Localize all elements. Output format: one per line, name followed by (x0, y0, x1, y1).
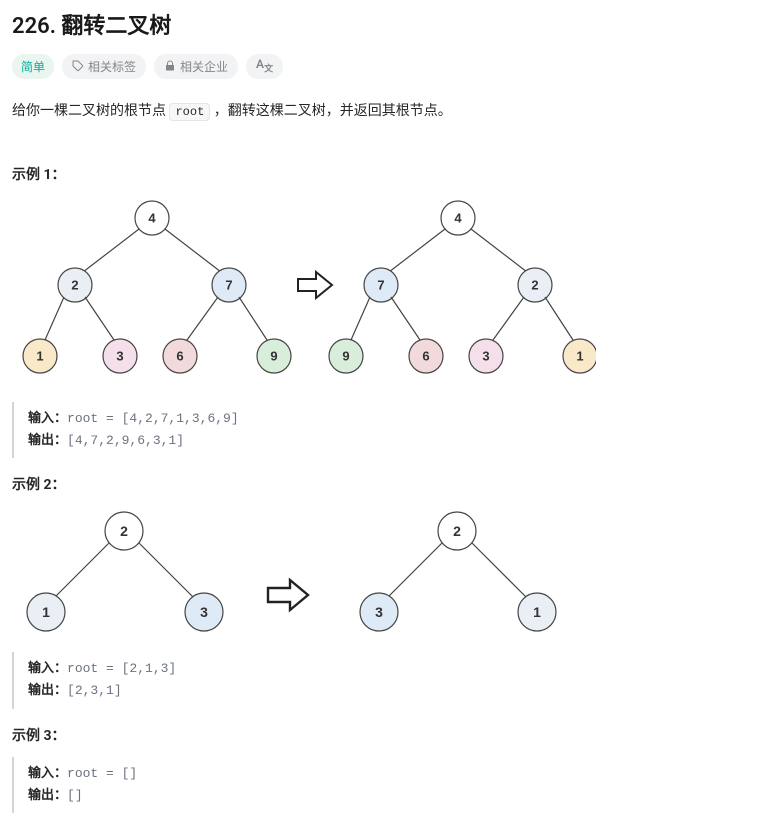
translate-icon: A文 (256, 58, 273, 74)
svg-text:4: 4 (148, 211, 156, 226)
problem-title: 226. 翻转二叉树 (12, 8, 753, 40)
svg-text:3: 3 (116, 349, 123, 364)
example-2-label: 示例 2： (12, 474, 753, 494)
related-tags-button[interactable]: 相关标签 (62, 54, 146, 79)
svg-text:4: 4 (454, 211, 462, 226)
example-3-label: 示例 3： (12, 725, 753, 745)
difficulty-tag[interactable]: 简单 (12, 54, 54, 79)
example-1-label: 示例 1： (12, 164, 753, 184)
svg-text:1: 1 (576, 349, 583, 364)
svg-text:2: 2 (453, 523, 461, 539)
svg-text:6: 6 (176, 349, 183, 364)
svg-text:1: 1 (42, 604, 50, 620)
svg-text:1: 1 (533, 604, 541, 620)
svg-text:2: 2 (531, 278, 538, 293)
example-2-diagram: 2 1 3 2 3 1 (12, 506, 753, 640)
svg-text:2: 2 (120, 523, 128, 539)
svg-text:7: 7 (377, 278, 384, 293)
svg-text:6: 6 (422, 349, 429, 364)
svg-text:3: 3 (375, 604, 383, 620)
related-tags-label: 相关标签 (88, 58, 136, 75)
example-3-io: 输入：root = [] 输出：[] (12, 757, 753, 813)
example-2-io: 输入：root = [2,1,3] 输出：[2,3,1] (12, 652, 753, 708)
code-root: root (169, 103, 210, 121)
svg-text:1: 1 (36, 349, 43, 364)
tag-icon (72, 60, 84, 74)
arrow-icon (298, 272, 332, 298)
problem-description: 给你一棵二叉树的根节点 root ，翻转这棵二叉树，并返回其根节点。 (12, 99, 753, 124)
lock-icon (164, 60, 176, 74)
related-companies-label: 相关企业 (180, 58, 228, 75)
svg-text:9: 9 (270, 349, 277, 364)
svg-text:3: 3 (200, 604, 208, 620)
svg-text:2: 2 (71, 278, 78, 293)
svg-text:3: 3 (482, 349, 489, 364)
svg-text:9: 9 (342, 349, 349, 364)
example-1-io: 输入：root = [4,2,7,1,3,6,9] 输出：[4,7,2,9,6,… (12, 402, 753, 458)
translate-button[interactable]: A文 (246, 54, 283, 79)
example-1-diagram: .node{stroke:#444;stroke-width:1.2;} .tx… (12, 196, 753, 390)
tags-row: 简单 相关标签 相关企业 A文 (12, 54, 753, 79)
related-companies-button[interactable]: 相关企业 (154, 54, 238, 79)
arrow-icon (268, 580, 308, 610)
svg-text:7: 7 (225, 278, 232, 293)
